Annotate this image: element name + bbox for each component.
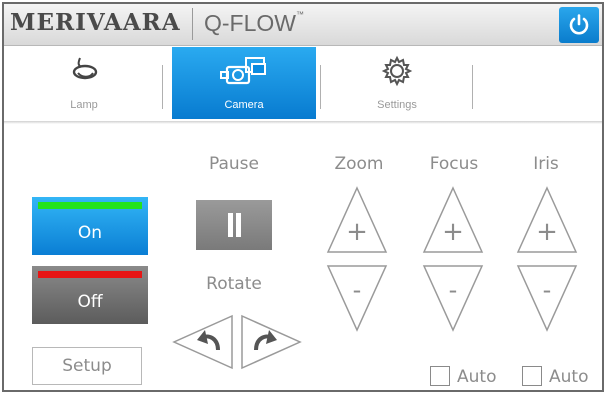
title-bar: MERIVAARA Q-FLOW™ [4, 4, 602, 46]
focus-auto-label: Auto [457, 367, 497, 387]
on-indicator [38, 202, 142, 209]
zoom-label: Zoom [334, 154, 384, 174]
focus-plus-text: + [442, 217, 464, 247]
zoom-in-button[interactable]: + [326, 186, 388, 256]
pause-icon [228, 213, 233, 237]
iris-auto-checkbox[interactable] [522, 366, 542, 386]
product-name-text: Q-FLOW [204, 10, 296, 36]
zoom-minus-text: - [353, 276, 362, 304]
tab-divider [162, 65, 163, 109]
focus-out-button[interactable]: - [422, 262, 484, 332]
on-label: On [77, 223, 103, 243]
iris-label: Iris [533, 154, 559, 174]
focus-auto-checkbox[interactable] [430, 366, 450, 386]
title-divider [192, 8, 193, 40]
focus-label: Focus [429, 154, 479, 174]
pause-icon-bar [236, 213, 241, 237]
tab-underline [4, 121, 602, 124]
tab-lamp-label: Lamp [70, 99, 98, 111]
iris-auto-label: Auto [549, 367, 589, 387]
rotate-label: Rotate [206, 274, 262, 294]
iris-open-button[interactable]: + [516, 186, 578, 256]
power-icon [569, 14, 589, 35]
tab-settings-label: Settings [377, 99, 417, 111]
product-name: Q-FLOW™ [204, 10, 304, 37]
tab-divider [472, 65, 473, 109]
focus-minus-text: - [449, 276, 458, 304]
pause-label: Pause [209, 154, 259, 174]
zoom-out-button[interactable]: - [326, 262, 388, 332]
lamp-icon [72, 57, 98, 80]
setup-button[interactable]: Setup [32, 347, 142, 385]
rotate-left-button[interactable] [172, 314, 234, 370]
tab-divider [320, 65, 321, 109]
camera-off-button[interactable]: Off [32, 266, 148, 324]
tab-camera[interactable]: Camera [172, 47, 316, 119]
tab-lamp[interactable]: Lamp [24, 47, 144, 119]
off-label: Off [77, 292, 103, 312]
rotate-right-button[interactable] [240, 314, 302, 370]
tab-camera-label: Camera [224, 99, 264, 111]
focus-in-button[interactable]: + [422, 186, 484, 256]
gear-icon [381, 55, 413, 87]
brand-logo: MERIVAARA [10, 9, 181, 36]
power-button[interactable] [559, 7, 599, 43]
tab-bar: Lamp Camera Settings [4, 47, 602, 121]
pause-button[interactable] [196, 200, 272, 250]
camera-on-button[interactable]: On [32, 197, 148, 255]
iris-minus-text: - [543, 276, 552, 304]
tab-settings[interactable]: Settings [322, 47, 472, 119]
zoom-plus-text: + [346, 217, 368, 247]
iris-close-button[interactable]: - [516, 262, 578, 332]
app-window: MERIVAARA Q-FLOW™ Lamp Camera Settings O… [2, 2, 604, 392]
camera-icon [220, 57, 266, 85]
trademark-mark: ™ [296, 10, 304, 19]
iris-plus-text: + [536, 217, 558, 247]
off-indicator [38, 271, 142, 278]
